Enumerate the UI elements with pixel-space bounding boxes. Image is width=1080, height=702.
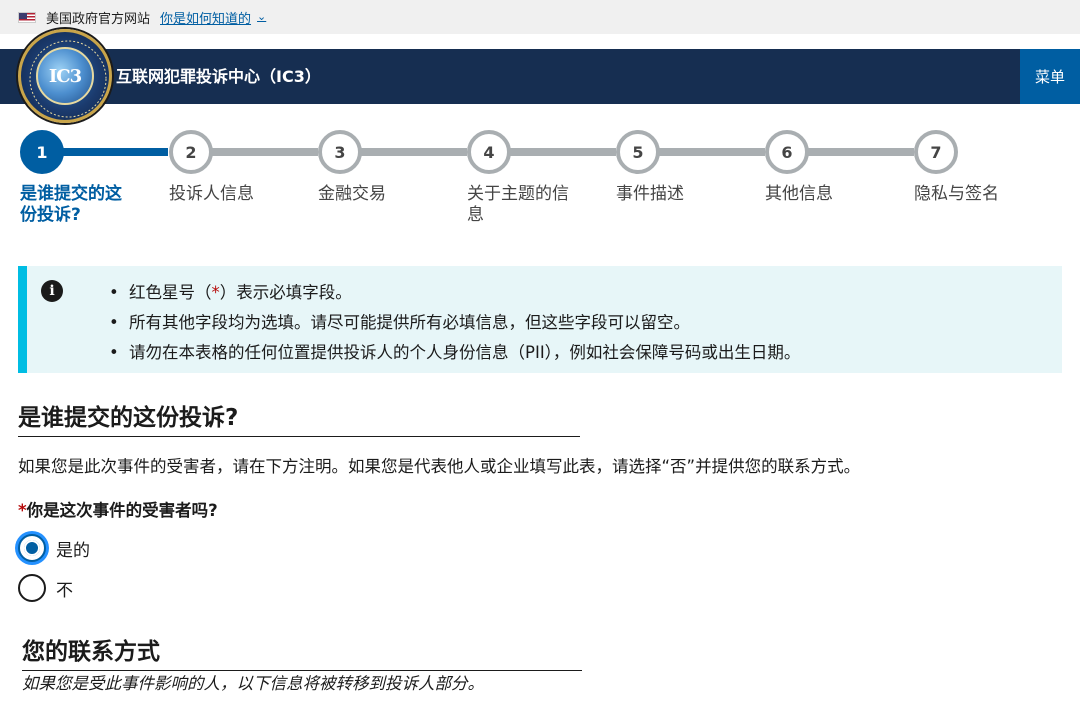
ic3-seal-logo[interactable]: IC3 [18, 29, 112, 123]
step-7-label[interactable]: 隐私与签名 [914, 184, 1064, 205]
step-1-circle[interactable]: 1 [20, 130, 64, 174]
step-connector-4 [510, 148, 616, 156]
info-icon: i [41, 280, 63, 302]
how-you-know-link[interactable]: 你是如何知道的 ⌄ [160, 8, 266, 27]
step-3-label[interactable]: 金融交易 [318, 184, 438, 205]
alert-item-text: ）表示必填字段。 [219, 283, 352, 302]
step-3-circle[interactable]: 3 [318, 130, 362, 174]
section-title: 是谁提交的这份投诉? [18, 398, 580, 437]
step-connector-2 [212, 148, 318, 156]
victim-question: *你是这次事件的受害者吗? [18, 497, 218, 521]
victim-question-label: 你是这次事件的受害者吗? [26, 501, 218, 520]
step-connector-1 [62, 148, 168, 156]
step-7-circle[interactable]: 7 [914, 130, 958, 174]
alert-item: 所有其他字段均为选填。请尽可能提供所有必填信息，但这些字段可以留空。 [109, 308, 800, 338]
chevron-down-icon[interactable]: ⌄ [257, 10, 266, 23]
step-2-label[interactable]: 投诉人信息 [169, 184, 289, 205]
gov-banner-text: 美国政府官方网站 [46, 11, 151, 27]
step-6-circle[interactable]: 6 [765, 130, 809, 174]
radio-yes-label[interactable]: 是的 [56, 536, 90, 561]
step-1-label[interactable]: 是谁提交的这份投诉? [20, 184, 124, 226]
step-6-label[interactable]: 其他信息 [765, 184, 885, 205]
step-connector-3 [361, 148, 467, 156]
how-you-know-label[interactable]: 你是如何知道的 [160, 8, 251, 27]
required-star: * [18, 501, 27, 520]
progress-stepper: 1 2 3 4 5 6 7 是谁提交的这份投诉? 投诉人信息 金融交易 关于主题… [0, 128, 1080, 238]
alert-list: 红色星号（*）表示必填字段。 所有其他字段均为选填。请尽可能提供所有必填信息，但… [109, 278, 800, 368]
info-alert: i 红色星号（*）表示必填字段。 所有其他字段均为选填。请尽可能提供所有必填信息… [18, 266, 1062, 373]
menu-button[interactable]: 菜单 [1020, 49, 1080, 104]
seal-ring [29, 40, 107, 118]
radio-no-control[interactable] [18, 574, 46, 602]
us-flag-icon [18, 11, 36, 23]
site-title[interactable]: 互联网犯罪投诉中心（IC3） [116, 49, 321, 104]
step-2-circle[interactable]: 2 [169, 130, 213, 174]
step-4-label[interactable]: 关于主题的信息 [467, 184, 571, 226]
radio-yes-control[interactable] [18, 534, 46, 562]
alert-item-text: 红色星号（ [129, 283, 212, 302]
alert-item: 请勿在本表格的任何位置提供投诉人的个人身份信息（PII），例如社会保障号码或出生… [109, 338, 800, 368]
site-header: 互联网犯罪投诉中心（IC3） 菜单 [0, 49, 1080, 104]
step-5-circle[interactable]: 5 [616, 130, 660, 174]
step-connector-6 [808, 148, 914, 156]
radio-option-yes[interactable]: 是的 [18, 534, 90, 562]
radio-option-no[interactable]: 不 [18, 574, 73, 602]
gov-banner: 美国政府官方网站 你是如何知道的 ⌄ [0, 0, 1080, 34]
alert-item: 红色星号（*）表示必填字段。 [109, 278, 800, 308]
contact-section-title: 您的联系方式 [22, 632, 582, 671]
required-star: * [211, 283, 220, 302]
step-4-circle[interactable]: 4 [467, 130, 511, 174]
section-description: 如果您是此次事件的受害者，请在下方注明。如果您是代表他人或企业填写此表，请选择“… [18, 457, 861, 476]
radio-no-label[interactable]: 不 [56, 576, 73, 601]
contact-note: 如果您是受此事件影响的人，以下信息将被转移到投诉人部分。 [22, 674, 484, 693]
step-connector-5 [659, 148, 765, 156]
step-5-label[interactable]: 事件描述 [616, 184, 736, 205]
